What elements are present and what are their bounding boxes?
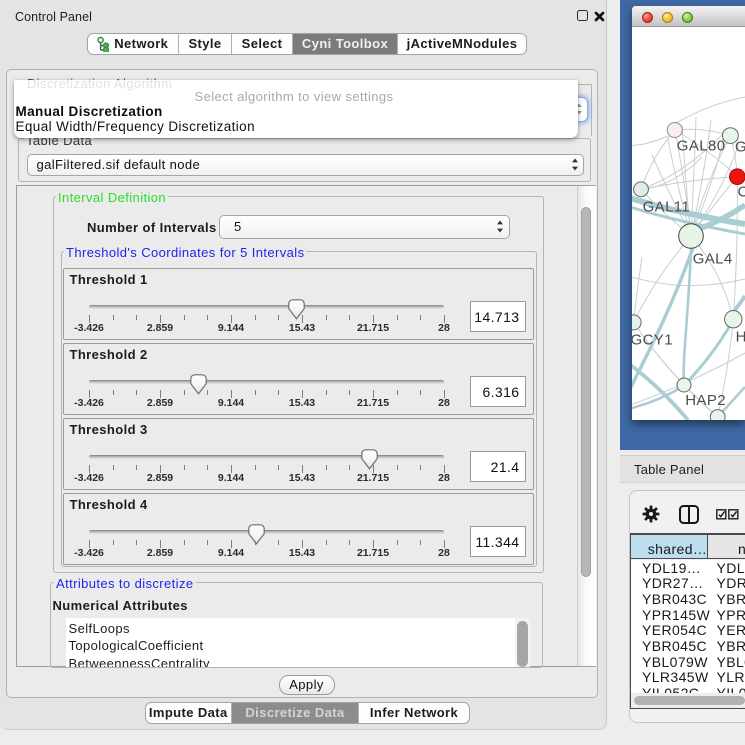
svg-text:HA: HA (736, 329, 745, 346)
svg-text:GAL4: GAL4 (693, 250, 733, 267)
svg-text:GCY1: GCY1 (632, 332, 673, 349)
svg-text:HAP2: HAP2 (685, 392, 726, 409)
svg-text:GAL80: GAL80 (677, 138, 726, 155)
svg-text:GAL…: GAL… (735, 139, 745, 156)
svg-text:GAL11: GAL11 (643, 199, 691, 216)
svg-text:CY…: CY… (738, 184, 745, 201)
